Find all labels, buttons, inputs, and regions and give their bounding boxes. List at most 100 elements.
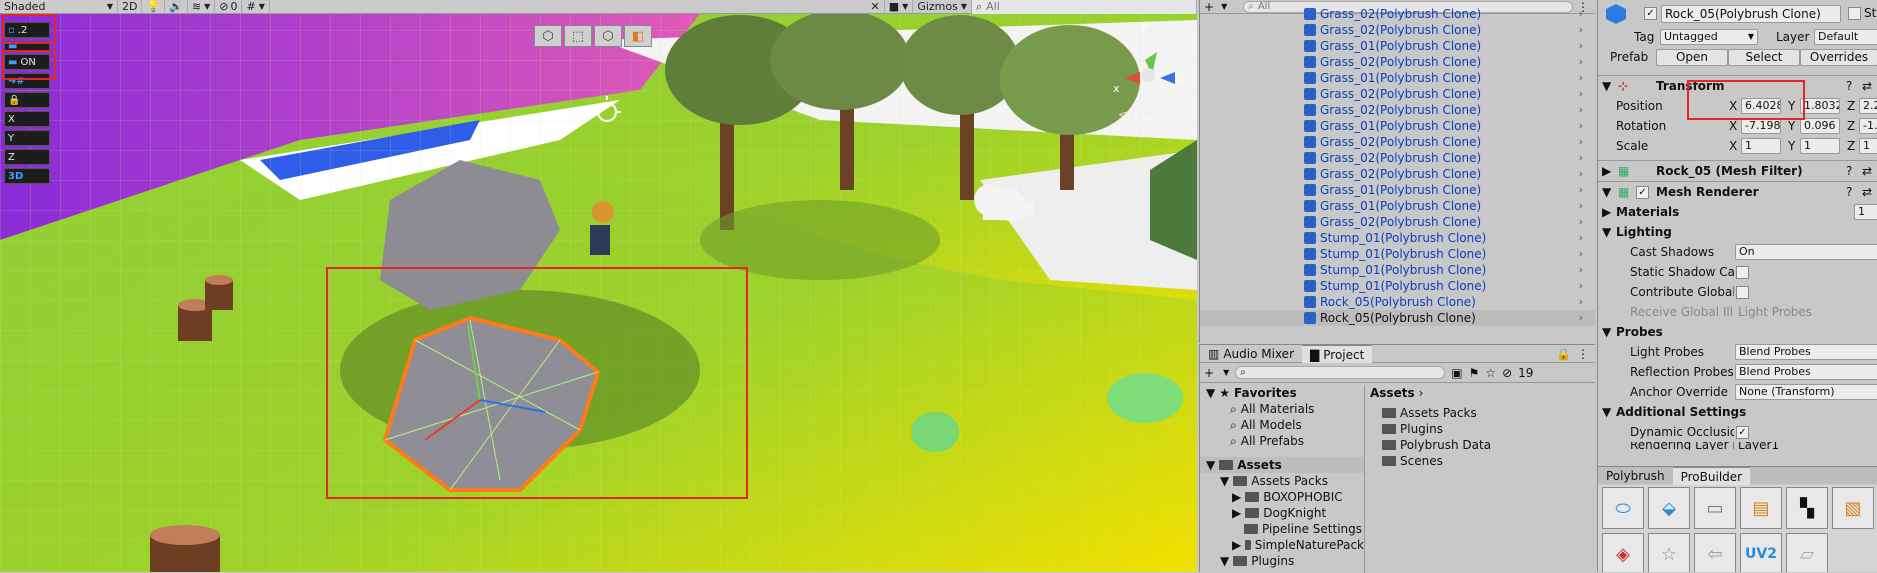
lighting-toggle-icon[interactable]: 💡	[142, 0, 166, 14]
hierarchy-item[interactable]: Grass_02(Polybrush Clone) ›	[1200, 166, 1595, 182]
scene-search-input[interactable]: ⌕ All	[972, 0, 1197, 14]
mesh-filter-header[interactable]: ▶ ▦ Rock_05 (Mesh Filter) ? ⇄	[1598, 161, 1877, 181]
rotation-z-field[interactable]: -1.5	[1859, 118, 1877, 134]
project-search-input[interactable]: ⌕	[1235, 366, 1446, 379]
chevron-right-icon[interactable]: ›	[1579, 86, 1583, 102]
object-name-field[interactable]: Rock_05(Polybrush Clone)	[1661, 5, 1841, 23]
3d-button[interactable]: 3D	[4, 168, 50, 184]
toggle-2d-button[interactable]: 2D	[118, 0, 143, 14]
add-icon[interactable]: +	[1204, 366, 1214, 380]
tab-polybrush[interactable]: Polybrush	[1598, 467, 1673, 485]
mesh-renderer-checkbox[interactable]: ✓	[1636, 186, 1649, 199]
lock-icon[interactable]: 🔒	[1556, 347, 1571, 361]
hierarchy-item[interactable]: Rock_05(Polybrush Clone) ›	[1200, 310, 1595, 326]
folder-item[interactable]: Polybrush Data	[1370, 437, 1596, 453]
scene-viewport[interactable]	[0, 0, 1197, 572]
help-icon[interactable]: ?	[1846, 185, 1852, 199]
chevron-right-icon[interactable]: ›	[1579, 182, 1583, 198]
position-y-field[interactable]: 1.8032	[1800, 98, 1840, 114]
search-by-type-icon[interactable]: ▣	[1451, 366, 1462, 380]
rotation-x-field[interactable]: -7.198	[1741, 118, 1781, 134]
chevron-right-icon[interactable]: ›	[1579, 22, 1583, 38]
tab-project[interactable]: ▇ Project	[1302, 345, 1373, 363]
chevron-right-icon[interactable]: ›	[1579, 294, 1583, 310]
chevron-right-icon[interactable]: ›	[1579, 230, 1583, 246]
chevron-right-icon[interactable]: ›	[1579, 262, 1583, 278]
edge-mode-icon[interactable]: ⬡	[594, 25, 622, 47]
settings-icon[interactable]: ⇄	[1862, 79, 1872, 93]
contribute-gi-checkbox[interactable]	[1736, 285, 1749, 299]
help-icon[interactable]: ?	[1846, 164, 1852, 178]
new-shape-icon[interactable]: ⬭	[1602, 487, 1644, 529]
dynamic-occlusion-checkbox[interactable]: ✓	[1736, 425, 1749, 439]
axis-y-button[interactable]: Y	[4, 130, 50, 146]
material-editor-icon[interactable]: ▤	[1740, 487, 1782, 529]
tree-item[interactable]: ▶ DogKnight	[1200, 505, 1364, 521]
chevron-right-icon[interactable]: ›	[1579, 70, 1583, 86]
audio-toggle-icon[interactable]: 🔊	[165, 0, 188, 14]
tree-item[interactable]: ▼ Assets Packs	[1200, 473, 1364, 489]
static-shadow-checkbox[interactable]	[1736, 265, 1749, 279]
settings-icon[interactable]: ⇄	[1862, 164, 1872, 178]
grid-toggle-icon[interactable]: # ▼	[242, 0, 270, 14]
tag-dropdown[interactable]: Untagged ▼	[1660, 29, 1758, 45]
hierarchy-item[interactable]: Stump_01(Polybrush Clone) ›	[1200, 262, 1595, 278]
tools-icon[interactable]: ✕	[867, 0, 885, 14]
favorite-item[interactable]: ⌕ All Prefabs	[1200, 433, 1364, 449]
hierarchy-item[interactable]: Stump_01(Polybrush Clone) ›	[1200, 278, 1595, 294]
hierarchy-item[interactable]: Rock_05(Polybrush Clone) ›	[1200, 294, 1595, 310]
hierarchy-item[interactable]: Grass_01(Polybrush Clone) ›	[1200, 118, 1595, 134]
hierarchy-item[interactable]: Grass_01(Polybrush Clone) ›	[1200, 70, 1595, 86]
active-checkbox[interactable]: ✓	[1644, 7, 1657, 20]
favorite-item[interactable]: ⌕ All Materials	[1200, 401, 1364, 417]
favorite-item[interactable]: ⌕ All Models	[1200, 417, 1364, 433]
flip-normals-icon[interactable]: ⇦	[1694, 533, 1736, 572]
chevron-right-icon[interactable]: ›	[1579, 310, 1583, 326]
chevron-right-icon[interactable]: ›	[1579, 6, 1583, 22]
scale-z-field[interactable]: 1	[1859, 138, 1877, 154]
chevron-right-icon[interactable]: ›	[1579, 150, 1583, 166]
export-icon[interactable]: ▱	[1786, 533, 1828, 572]
settings-icon[interactable]: ⇄	[1862, 185, 1872, 199]
chevron-right-icon[interactable]: ›	[1579, 278, 1583, 294]
favorite-icon[interactable]: ☆	[1485, 366, 1496, 380]
static-checkbox[interactable]	[1848, 7, 1861, 20]
lock-button[interactable]: 🔒	[4, 92, 50, 108]
axis-z-button[interactable]: Z	[4, 149, 50, 165]
chevron-right-icon[interactable]: ›	[1579, 246, 1583, 262]
shading-mode-dropdown[interactable]: Shaded ▼	[0, 0, 118, 14]
tree-item[interactable]: ▶ BOXOPHOBIC	[1200, 489, 1364, 505]
chevron-right-icon[interactable]: ›	[1579, 198, 1583, 214]
chevron-down-icon[interactable]: ▼	[1223, 368, 1229, 377]
prefab-select-button[interactable]: Select	[1728, 48, 1800, 66]
folder-item[interactable]: Plugins	[1370, 421, 1596, 437]
generate-uv2-icon[interactable]: UV2	[1740, 533, 1782, 572]
vertex-mode-icon[interactable]: ⬚	[564, 25, 592, 47]
scale-y-field[interactable]: 1	[1800, 138, 1840, 154]
chevron-right-icon[interactable]: ›	[1579, 102, 1583, 118]
assets-header[interactable]: ▼ Assets	[1200, 457, 1364, 473]
merge-icon[interactable]: ☆	[1648, 533, 1690, 572]
prefab-open-button[interactable]: Open	[1656, 48, 1728, 66]
hierarchy-item[interactable]: Grass_02(Polybrush Clone) ›	[1200, 150, 1595, 166]
face-mode-icon[interactable]: ◧	[624, 25, 652, 47]
rotation-y-field[interactable]: 0.096	[1800, 118, 1840, 134]
chevron-right-icon[interactable]: ›	[1579, 54, 1583, 70]
chevron-right-icon[interactable]: ›	[1579, 134, 1583, 150]
hierarchy-item[interactable]: Grass_02(Polybrush Clone) ›	[1200, 6, 1595, 22]
materials-row[interactable]: ▶ Materials 1	[1598, 202, 1877, 222]
hierarchy-item[interactable]: Grass_02(Polybrush Clone) ›	[1200, 22, 1595, 38]
mesh-renderer-header[interactable]: ▼ ▦ ✓ Mesh Renderer ? ⇄	[1598, 182, 1877, 202]
object-mode-icon[interactable]: ⬡	[534, 25, 562, 47]
hierarchy-item[interactable]: Stump_01(Polybrush Clone) ›	[1200, 230, 1595, 246]
chevron-right-icon[interactable]: ›	[1579, 118, 1583, 134]
hierarchy-item[interactable]: Grass_01(Polybrush Clone) ›	[1200, 198, 1595, 214]
chevron-right-icon[interactable]: ›	[1579, 38, 1583, 54]
chevron-right-icon[interactable]: ›	[1579, 214, 1583, 230]
materials-count-field[interactable]: 1	[1854, 204, 1877, 220]
hierarchy-item[interactable]: Grass_02(Polybrush Clone) ›	[1200, 54, 1595, 70]
hierarchy-item[interactable]: Grass_01(Polybrush Clone) ›	[1200, 38, 1595, 54]
folder-item[interactable]: Scenes	[1370, 453, 1596, 469]
breadcrumb[interactable]: Assets ›	[1370, 385, 1596, 401]
tree-item[interactable]: ▼ Plugins	[1200, 553, 1364, 569]
